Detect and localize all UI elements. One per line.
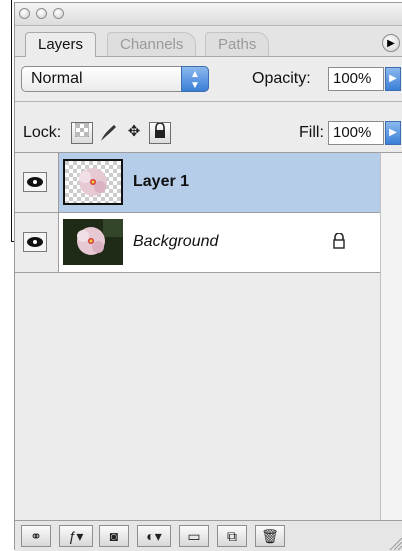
close-window-button[interactable] bbox=[19, 8, 30, 19]
resize-grip-icon[interactable] bbox=[387, 535, 402, 551]
add-mask-icon[interactable]: ◙ bbox=[99, 525, 129, 547]
blend-mode-select[interactable]: Normal ▲ ▼ bbox=[21, 66, 209, 92]
checkerboard-icon bbox=[74, 122, 90, 138]
opacity-field[interactable]: 100% bbox=[328, 67, 384, 91]
blend-mode-value: Normal bbox=[31, 70, 83, 87]
tab-paths[interactable]: Paths bbox=[205, 32, 270, 56]
minimize-window-button[interactable] bbox=[36, 8, 47, 19]
layer-row-background[interactable]: Background bbox=[15, 213, 380, 273]
layer-thumbnail[interactable] bbox=[63, 159, 123, 205]
trash-icon[interactable]: 🗑 bbox=[255, 525, 285, 547]
lock-transparency-checkbox[interactable] bbox=[71, 122, 93, 144]
palette-tabs: Layers Channels Paths ▶ bbox=[15, 26, 402, 57]
lock-all-icon[interactable] bbox=[149, 122, 171, 144]
layers-list: Layer 1 Background bbox=[15, 152, 380, 521]
adjustment-layer-icon[interactable]: ◐▾ bbox=[137, 525, 171, 547]
divider bbox=[15, 101, 402, 102]
eye-icon[interactable] bbox=[23, 232, 47, 252]
fill-slider-button[interactable]: ▶ bbox=[385, 121, 401, 145]
layer-name[interactable]: Layer 1 bbox=[133, 173, 189, 191]
fill-label: Fill: bbox=[299, 124, 324, 141]
move-icon[interactable]: ✥ bbox=[123, 122, 145, 144]
zoom-window-button[interactable] bbox=[53, 8, 64, 19]
visibility-cell[interactable] bbox=[15, 213, 59, 272]
eye-icon[interactable] bbox=[23, 172, 47, 192]
layer-row-layer-1[interactable]: Layer 1 bbox=[15, 153, 380, 213]
new-layer-icon[interactable]: ⧉ bbox=[217, 525, 247, 547]
brush-icon[interactable] bbox=[97, 122, 119, 144]
link-layers-icon[interactable]: ⚭ bbox=[21, 525, 51, 547]
fill-field[interactable]: 100% bbox=[328, 121, 384, 145]
palette-titlebar[interactable] bbox=[15, 3, 402, 26]
tab-layers[interactable]: Layers bbox=[25, 32, 97, 57]
new-group-icon[interactable]: ▭ bbox=[179, 525, 209, 547]
tab-channels[interactable]: Channels bbox=[107, 32, 197, 56]
palette-bottom-toolbar: ⚭ ƒ▾ ◙ ◐▾ ▭ ⧉ 🗑 bbox=[15, 520, 402, 551]
opacity-slider-button[interactable]: ▶ bbox=[385, 67, 401, 91]
chevron-updown-icon: ▲ ▼ bbox=[181, 66, 209, 92]
layer-style-icon[interactable]: ƒ▾ bbox=[59, 525, 93, 547]
lock-icon bbox=[332, 232, 346, 254]
layer-name[interactable]: Background bbox=[133, 233, 218, 251]
visibility-cell[interactable] bbox=[15, 153, 59, 212]
layers-palette: Layers Channels Paths ▶ Normal ▲ ▼ Opacit… bbox=[14, 2, 402, 551]
palette-menu-button[interactable]: ▶ bbox=[382, 34, 400, 52]
layer-thumbnail[interactable] bbox=[63, 219, 123, 265]
opacity-label: Opacity: bbox=[252, 70, 311, 87]
layers-scrollbar[interactable] bbox=[380, 152, 402, 520]
lock-label: Lock: bbox=[23, 124, 62, 141]
callout-line bbox=[11, 0, 12, 242]
